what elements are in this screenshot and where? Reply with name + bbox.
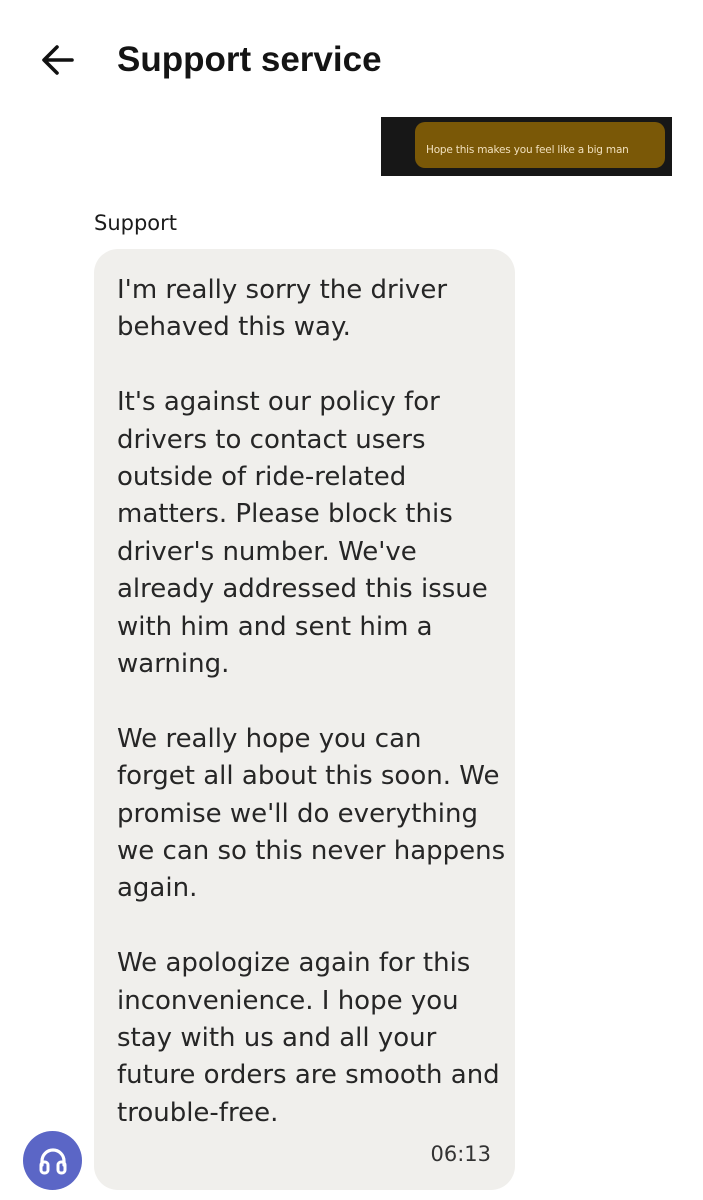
app-header: Support service [0, 0, 703, 120]
support-message-bubble: I'm really sorry the driver behaved this… [94, 249, 515, 1190]
back-button[interactable] [36, 38, 80, 82]
message-text: I'm really sorry the driver behaved this… [117, 272, 507, 1132]
message-paragraph: It's against our policy for drivers to c… [117, 387, 488, 680]
attachment-message-text: Hope this makes you feel like a big man [426, 144, 629, 156]
message-paragraph: I'm really sorry the driver behaved this… [117, 275, 448, 343]
message-paragraph: We really hope you can forget all about … [117, 723, 506, 904]
support-chat-button[interactable] [23, 1131, 82, 1190]
sender-label: Support [94, 211, 178, 235]
message-paragraph: We apologize again for this inconvenienc… [117, 948, 500, 1128]
headphones-icon [39, 1147, 66, 1174]
page-title: Support service [117, 40, 382, 79]
image-attachment[interactable]: Hope this makes you feel like a big man [381, 117, 672, 176]
attachment-message-bubble: Hope this makes you feel like a big man [415, 122, 665, 168]
message-timestamp: 06:13 [430, 1142, 491, 1166]
arrow-left-icon [42, 45, 74, 75]
